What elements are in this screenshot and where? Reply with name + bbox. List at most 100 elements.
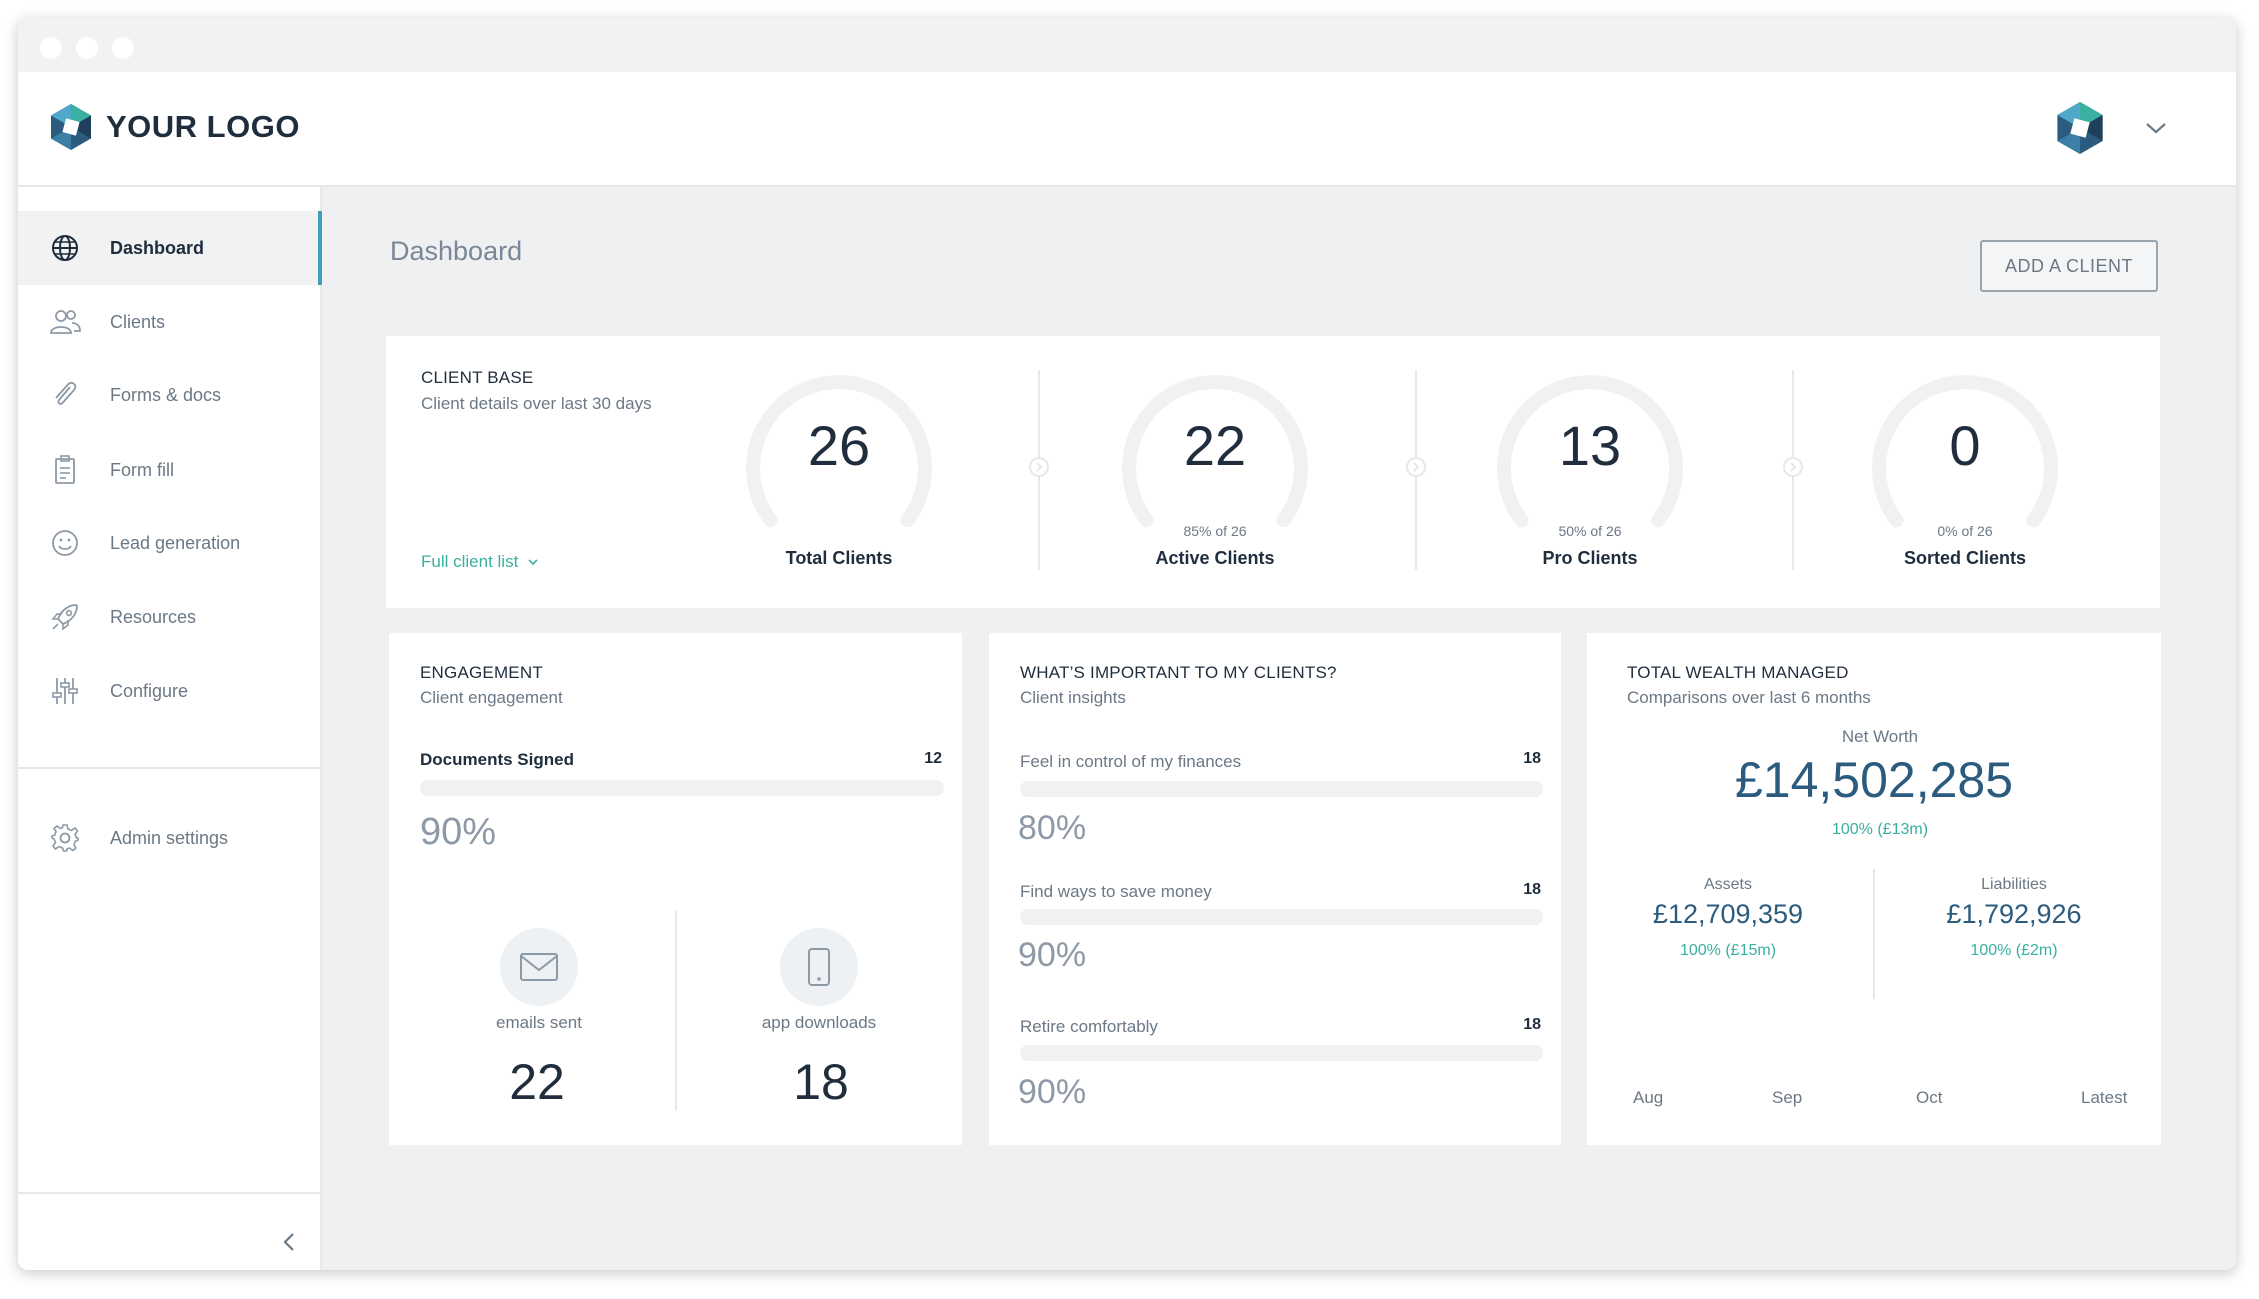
sidebar-item-label: Form fill — [110, 459, 174, 480]
sidebar: Dashboard Clients Forms & docs Form fill… — [18, 187, 322, 1270]
gauge-total-clients: 26 Total Clients — [714, 358, 964, 588]
sidebar-item-form-fill[interactable]: Form fill — [18, 433, 322, 507]
card-subtitle: Client insights — [1020, 688, 1126, 707]
month-label: Sep — [1772, 1088, 1803, 1107]
sidebar-item-clients[interactable]: Clients — [18, 285, 322, 359]
card-title: CLIENT BASE — [421, 368, 534, 387]
net-worth-change: 100% (£13m) — [1831, 821, 1929, 838]
gauge-sorted-clients: 0 0% of 26 Sorted Clients — [1840, 358, 2090, 588]
liabilities-label: Liabilities — [1981, 876, 2047, 893]
app-downloads-value: 18 — [793, 1054, 849, 1110]
insight-row-percent: 80% — [1018, 809, 1087, 847]
assets-value: £12,709,359 — [1652, 899, 1804, 929]
logo[interactable]: YOUR LOGO — [50, 104, 300, 150]
top-bar: YOUR LOGO — [18, 72, 2236, 187]
insight-row-bar — [1020, 781, 1543, 797]
documents-signed-bar — [420, 780, 944, 796]
insight-row-bar — [1020, 1045, 1543, 1061]
card-title: WHAT’S IMPORTANT TO MY CLIENTS? — [1020, 663, 1337, 682]
app-window: YOUR LOGO Dashboard Clients Forms & docs… — [18, 18, 2236, 1270]
card-subtitle: Client details over last 30 days — [421, 394, 652, 413]
window-close-dot[interactable] — [40, 37, 62, 59]
sidebar-item-label: Configure — [110, 680, 189, 701]
sidebar-item-label: Resources — [110, 606, 197, 627]
assets-label: Assets — [1703, 876, 1752, 893]
insight-row-count: 18 — [1523, 750, 1541, 767]
link-label: Full client list — [421, 552, 519, 571]
card-title: ENGAGEMENT — [420, 663, 543, 682]
gauge-value: 26 — [807, 414, 871, 477]
sidebar-item-dashboard[interactable]: Dashboard — [18, 211, 322, 285]
gauge-label: Pro Clients — [1542, 548, 1638, 568]
gauge-subvalue: 85% of 26 — [1183, 523, 1247, 539]
emails-sent-value: 22 — [509, 1054, 565, 1110]
separator-node-icon — [1406, 457, 1426, 477]
insight-row-percent: 90% — [1018, 1073, 1087, 1111]
chevron-down-icon[interactable] — [2144, 120, 2168, 136]
window-maximize-dot[interactable] — [112, 37, 134, 59]
bar-fill — [1020, 781, 1439, 797]
month-label: Latest — [2081, 1088, 2128, 1107]
rocket-icon — [51, 604, 78, 631]
separator-node-icon — [1783, 457, 1803, 477]
sidebar-item-resources[interactable]: Resources — [18, 580, 322, 654]
emails-sent-label: emails sent — [496, 1013, 582, 1032]
avatar-logo-icon — [2057, 102, 2103, 154]
globe-icon — [52, 235, 78, 261]
separator — [1873, 869, 1875, 999]
insight-row-label: Retire comfortably — [1020, 1017, 1158, 1036]
full-client-list-link[interactable]: Full client list — [421, 552, 539, 572]
app-downloads-label: app downloads — [761, 1013, 877, 1032]
insight-row-count: 18 — [1523, 1016, 1541, 1033]
gear-icon — [51, 824, 79, 852]
sidebar-item-label: Forms & docs — [110, 384, 222, 405]
sidebar-item-label: Admin settings — [110, 827, 229, 848]
clipboard-icon — [55, 455, 75, 484]
separator — [675, 911, 677, 1111]
sidebar-item-admin-settings[interactable]: Admin settings — [18, 801, 322, 875]
sidebar-item-label: Dashboard — [110, 237, 205, 258]
user-avatar[interactable] — [2056, 102, 2104, 154]
sidebar-item-configure[interactable]: Configure — [18, 654, 322, 728]
gauge-active-clients: 22 85% of 26 Active Clients — [1090, 358, 1340, 588]
sidebar-item-label: Clients — [110, 311, 166, 332]
sidebar-item-label: Lead generation — [110, 532, 241, 553]
sidebar-item-lead-generation[interactable]: Lead generation — [18, 506, 322, 580]
gauge-value: 0 — [1949, 414, 1981, 477]
engagement-card: ENGAGEMENT Client engagement Documents S… — [389, 633, 962, 1145]
insight-row-label: Feel in control of my finances — [1020, 752, 1242, 771]
bar-fill — [420, 780, 892, 796]
insight-row-bar — [1020, 909, 1543, 925]
users-icon — [50, 310, 81, 334]
chevron-down-icon — [528, 559, 538, 566]
liabilities-value: £1,792,926 — [1946, 899, 2082, 929]
documents-signed-count: 12 — [924, 750, 942, 767]
card-subtitle: Comparisons over last 6 months — [1627, 688, 1871, 707]
insight-row-count: 18 — [1523, 881, 1541, 898]
gauge-value: 13 — [1558, 414, 1622, 477]
page-title: Dashboard — [390, 236, 523, 266]
month-label: Aug — [1633, 1088, 1664, 1107]
assets-change: 100% (£15m) — [1679, 942, 1777, 959]
add-client-button[interactable]: ADD A CLIENT — [1980, 240, 2158, 292]
gauge-subvalue: 50% of 26 — [1558, 523, 1622, 539]
chevron-left-icon[interactable] — [280, 1230, 298, 1254]
logo-mark-icon — [51, 104, 91, 150]
gauge-label: Sorted Clients — [1903, 548, 2027, 568]
insights-card: WHAT’S IMPORTANT TO MY CLIENTS? Client i… — [989, 633, 1561, 1145]
gauge-label: Total Clients — [785, 548, 893, 568]
sidebar-item-forms-docs[interactable]: Forms & docs — [18, 358, 322, 432]
gauge-subvalue: 0% of 26 — [1937, 523, 1993, 539]
sidebar-divider — [18, 767, 322, 769]
wealth-card: TOTAL WEALTH MANAGED Comparisons over la… — [1587, 633, 2161, 1145]
bar-fill — [1020, 909, 1491, 925]
documents-signed-label: Documents Signed — [420, 750, 574, 769]
window-minimize-dot[interactable] — [76, 37, 98, 59]
phone-icon — [808, 948, 830, 986]
net-worth-value: £14,502,285 — [1734, 752, 2014, 808]
sliders-icon — [52, 678, 78, 704]
bar-fill — [1020, 1045, 1491, 1061]
emails-icon-badge — [500, 928, 578, 1006]
smiley-icon — [52, 530, 78, 556]
insight-row-label: Find ways to save money — [1020, 882, 1212, 901]
